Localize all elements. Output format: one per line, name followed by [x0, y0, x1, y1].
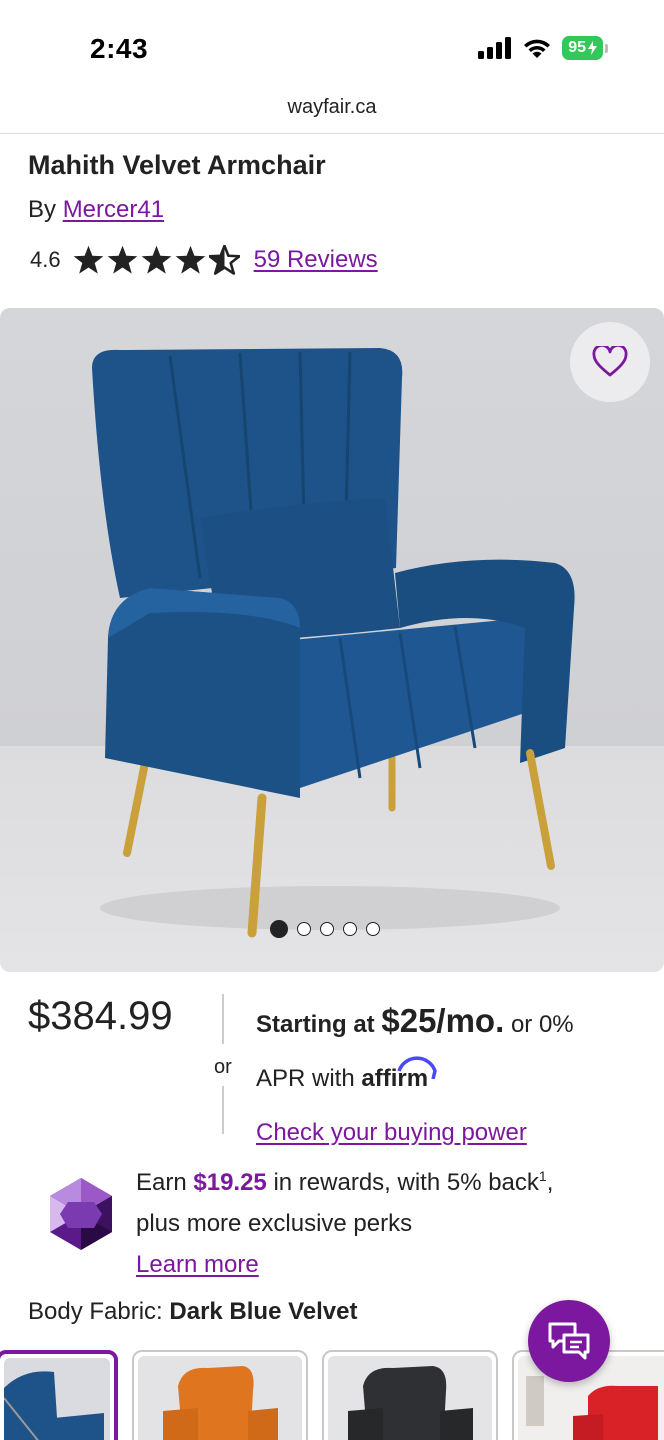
learn-more-link[interactable]: Learn more — [136, 1251, 259, 1278]
apr-with-label: APR with — [256, 1065, 355, 1092]
rewards-footnote: 1 — [538, 1168, 547, 1184]
rewards-rest: in rewards, with 5% back — [273, 1169, 539, 1196]
fabric-option-label: Body Fabric: Dark Blue Velvet — [28, 1298, 358, 1326]
brand-line: By Mercer41 — [28, 196, 164, 224]
carousel-dot[interactable] — [366, 922, 380, 936]
heart-icon — [592, 346, 628, 377]
chat-button[interactable] — [528, 1300, 610, 1382]
rating-value: 4.6 — [30, 247, 61, 272]
financing-line-2: APR with affirm — [256, 1052, 656, 1106]
battery-tip — [605, 43, 608, 53]
affirm-logo: affirm — [361, 1056, 438, 1092]
product-image-carousel[interactable] — [0, 308, 664, 972]
brand-link[interactable]: Mercer41 — [63, 196, 164, 223]
financing-info: Starting at $25/mo. or 0% APR with affir… — [256, 994, 656, 1160]
swatch-image — [138, 1356, 302, 1440]
rewards-tail: , — [546, 1169, 554, 1196]
swatch-black-velvet[interactable] — [322, 1350, 498, 1440]
swatch-image — [328, 1356, 492, 1440]
affirm-arc-icon — [397, 1056, 438, 1079]
price-divider-bottom — [222, 1086, 224, 1134]
rewards-line-1: Earn $19.25 in rewards, with 5% back1, — [136, 1156, 636, 1203]
product-title: Mahith Velvet Armchair — [28, 150, 326, 180]
monthly-amount: $25/mo. — [381, 1002, 505, 1039]
signal-icon — [478, 37, 512, 59]
swatch-chair-black — [348, 1366, 473, 1440]
status-bar: 2:43 95 — [0, 0, 664, 96]
rewards-amount: $19.25 — [193, 1169, 267, 1196]
status-icons: 95 — [478, 36, 608, 60]
battery-indicator: 95 — [562, 36, 603, 60]
star-full-icon — [73, 245, 103, 274]
carousel-dots[interactable] — [270, 920, 380, 938]
rewards-earn: Earn — [136, 1169, 187, 1196]
or-label: or — [214, 1056, 232, 1078]
product-image — [92, 348, 575, 938]
status-time: 2:43 — [90, 33, 149, 64]
star-full-icon — [175, 245, 205, 274]
price-divider-top — [222, 994, 224, 1044]
product-price: $384.99 — [28, 994, 173, 1038]
rewards-line-2: plus more exclusive perks — [136, 1210, 413, 1237]
financing-line-3: Check your buying power — [256, 1106, 656, 1160]
carousel-dot[interactable] — [270, 920, 288, 938]
star-full-icon — [107, 245, 137, 274]
browser-url[interactable]: wayfair.ca — [0, 96, 664, 134]
carousel-dot[interactable] — [343, 922, 357, 936]
star-half-icon — [208, 245, 240, 275]
starting-at-label: Starting at — [256, 1011, 375, 1038]
favorite-button[interactable] — [570, 322, 650, 402]
swatch-dark-blue-velvet[interactable] — [0, 1350, 118, 1440]
swatch-orange-velvet[interactable] — [132, 1350, 308, 1440]
swatch-chair-blue — [3, 1371, 104, 1440]
chat-bubbles-icon — [548, 1322, 590, 1360]
star-full-icon — [141, 245, 171, 274]
rewards-gem-icon — [50, 1178, 112, 1250]
buying-power-link[interactable]: Check your buying power — [256, 1119, 527, 1146]
financing-line-1: Starting at $25/mo. or 0% — [256, 994, 656, 1052]
fabric-selected: Dark Blue Velvet — [169, 1298, 358, 1325]
apr-text: or 0% — [510, 1011, 574, 1038]
carousel-dot[interactable] — [297, 922, 311, 936]
battery-level: 95 — [568, 39, 586, 56]
swatch-image — [3, 1358, 110, 1440]
wifi-icon — [524, 39, 551, 58]
swatch-chair-orange — [163, 1366, 278, 1440]
rating-row: 4.6 59 Reviews — [30, 242, 378, 278]
fabric-label: Body Fabric: — [28, 1298, 163, 1325]
charging-bolt-icon — [588, 41, 597, 55]
rewards-info: Earn $19.25 in rewards, with 5% back1, p… — [136, 1156, 636, 1285]
star-rating — [73, 245, 240, 275]
carousel-dot[interactable] — [320, 922, 334, 936]
by-label: By — [28, 196, 57, 223]
reviews-link[interactable]: 59 Reviews — [254, 246, 378, 274]
